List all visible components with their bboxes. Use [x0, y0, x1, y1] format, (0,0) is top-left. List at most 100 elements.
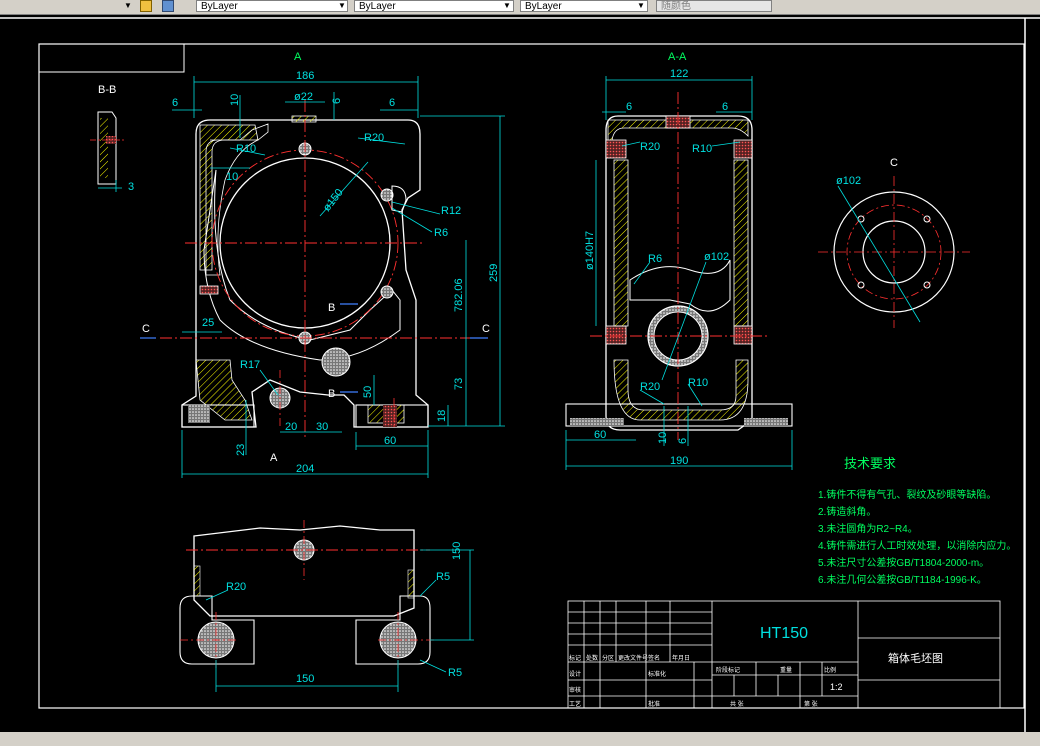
- tech-title: 技术要求: [844, 456, 896, 471]
- tb-label: 设计: [569, 670, 581, 678]
- tb-label: 标准化: [648, 670, 666, 678]
- tb-label: 审核: [569, 686, 581, 694]
- dim-radius: R20: [640, 141, 660, 153]
- dim-wall: 6: [626, 101, 632, 113]
- dim-radius: R10: [692, 143, 712, 155]
- tech-item: 3.未注圆角为R2~R4。: [818, 522, 918, 535]
- code-box: [38, 43, 185, 73]
- dim-wall: 6: [722, 101, 728, 113]
- tb-label: 分区: [602, 654, 614, 662]
- flange-left: [605, 325, 627, 345]
- plotstyle-control[interactable]: 随颜色: [656, 0, 772, 12]
- dim-radius: R20: [640, 381, 660, 393]
- dim-radius: R17: [240, 359, 260, 371]
- material-text: HT150: [760, 625, 808, 642]
- dim-height: 259: [488, 264, 500, 282]
- dim-top-radius: R5: [448, 667, 462, 679]
- chevron-down-icon[interactable]: ▼: [637, 1, 645, 10]
- tech-item: 5.未注尺寸公差按GB/T1804-2000-m。: [818, 556, 989, 569]
- bolt-hole: [380, 285, 394, 299]
- section-mark-c: C: [142, 323, 150, 335]
- dim-c-bore: ø102: [836, 175, 861, 187]
- top-wall: [193, 565, 201, 597]
- tb-label: 比例: [824, 666, 836, 674]
- inner-wall: [203, 169, 401, 361]
- section-mark-b: B: [328, 302, 335, 314]
- dim-height: 50: [362, 386, 374, 398]
- lineweight-control[interactable]: ByLayer: [520, 0, 648, 12]
- bb-section: [100, 118, 108, 178]
- dim-radius: R10: [688, 377, 708, 389]
- tb-label: 批准: [648, 700, 660, 708]
- view-label-c: C: [890, 157, 898, 169]
- dim-offset: 30: [316, 421, 328, 433]
- section-wall-right: [733, 159, 749, 327]
- dim-top-radius: R20: [226, 581, 246, 593]
- tech-item: 1.铸件不得有气孔、裂纹及砂眼等缺陷。: [818, 488, 996, 501]
- scale-value: 1:2: [830, 682, 843, 692]
- plotstyle-control-value: 随颜色: [661, 1, 691, 12]
- dim-wall: 6: [677, 438, 689, 444]
- lower-boss: [321, 347, 351, 377]
- view-label-a: A: [294, 51, 302, 63]
- tb-label: 阶段标记: [716, 666, 740, 674]
- section-mark-b: B: [328, 388, 335, 400]
- dim-height: 782.06: [453, 278, 465, 312]
- dim-wall: 6: [389, 97, 395, 109]
- tb-label: 处数: [586, 654, 598, 662]
- tb-label: 签名: [648, 654, 660, 662]
- dim-offset: 25: [202, 317, 214, 329]
- tb-label: 第 张: [804, 700, 818, 708]
- section-top-boss: [291, 115, 317, 123]
- foot-left-fill: [188, 405, 210, 423]
- section-arrows: [140, 303, 488, 393]
- linetype-control[interactable]: ByLayer: [354, 0, 514, 12]
- dim-foot: 60: [594, 429, 606, 441]
- tb-label: 工艺: [569, 700, 581, 708]
- drawing-canvas[interactable]: 186 ø22 6 6 10 R10 R20 R12 R6 25 R17 20 …: [0, 14, 1040, 746]
- dim-boss-dia: ø22: [294, 91, 313, 103]
- chevron-down-icon[interactable]: ▼: [124, 1, 132, 10]
- dim-wall: 10: [226, 171, 238, 183]
- dim-wall: 10: [657, 432, 669, 444]
- dim-width: 186: [296, 70, 314, 82]
- drawing-name: 箱体毛坯图: [888, 651, 943, 665]
- section-mark-c: C: [482, 323, 490, 335]
- dim-radius: R12: [441, 205, 461, 217]
- section-bb-view: B-B 3: [90, 84, 134, 193]
- flange-left: [605, 139, 627, 159]
- drawing-frame: [38, 43, 1025, 709]
- dim-bore: ø102: [704, 251, 729, 263]
- dim-total-width: 204: [296, 463, 314, 475]
- layer-manager-icon[interactable]: [162, 0, 174, 12]
- view-label-bb: B-B: [98, 84, 116, 96]
- chevron-down-icon[interactable]: ▼: [503, 1, 511, 10]
- dim-offset: 20: [285, 421, 297, 433]
- dim-radius: R20: [364, 132, 384, 144]
- tb-label: 更改文件号: [618, 654, 648, 662]
- dim-top-radius: R5: [436, 571, 450, 583]
- dim-total-width: 190: [670, 455, 688, 467]
- inner-rib: [629, 259, 731, 312]
- lineweight-control-value: ByLayer: [525, 1, 562, 12]
- tb-label: 年月日: [672, 654, 690, 662]
- layer-state-icon[interactable]: [140, 0, 152, 12]
- right-boss: [391, 185, 407, 213]
- tech-requirements: 技术要求 1.铸件不得有气孔、裂纹及砂眼等缺陷。 2.铸造斜角。 3.未注圆角为…: [818, 456, 1016, 586]
- dim-bb-thickness: 3: [128, 181, 134, 193]
- dim-wall: 10: [229, 94, 241, 106]
- foot-right-hole: [383, 405, 397, 427]
- color-control[interactable]: ByLayer: [196, 0, 348, 12]
- c-dim-line: [837, 185, 921, 323]
- title-block: HT150 箱体毛坯图 1:2 标记 处数 分区 更改文件号 签名 年月日 设计…: [567, 600, 1001, 709]
- dim-foot: 60: [384, 435, 396, 447]
- status-area: [0, 732, 1040, 746]
- base-foot-fill: [744, 418, 788, 426]
- flange-right: [733, 325, 753, 345]
- chevron-down-icon[interactable]: ▼: [338, 1, 346, 10]
- section-wall-left: [613, 159, 629, 327]
- base-foot-fill: [570, 418, 624, 426]
- tb-label: 重量: [780, 666, 792, 674]
- dim-bore-height: ø140H7: [584, 231, 596, 270]
- color-control-value: ByLayer: [201, 1, 238, 12]
